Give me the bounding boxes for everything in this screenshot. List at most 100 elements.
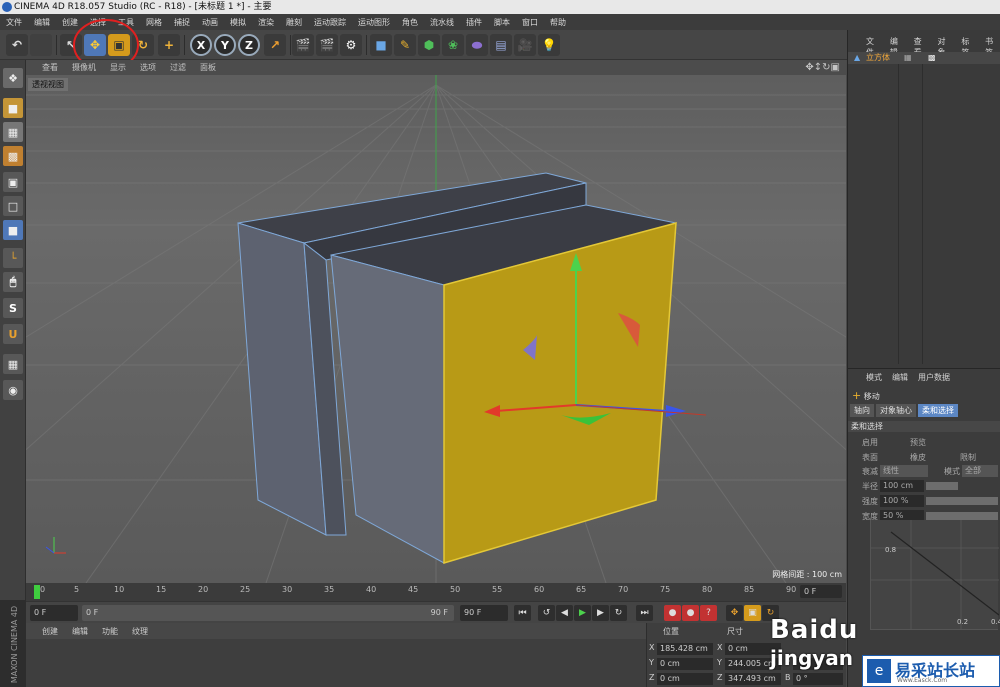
model-mode-icon[interactable]: ■ — [3, 98, 23, 118]
viewport-menu-panel[interactable]: 面板 — [200, 62, 216, 73]
current-frame-field[interactable]: 0 F — [30, 605, 78, 621]
tab-soft-selection[interactable]: 柔和选择 — [918, 404, 958, 417]
attr-menu-edit[interactable]: 编辑 — [892, 372, 908, 384]
tab-object-axis[interactable]: 对象轴心 — [876, 404, 916, 417]
previous-frame-icon[interactable]: ◀ — [556, 605, 573, 621]
baidu-watermark: Baidu — [770, 615, 859, 645]
key-scale-icon[interactable]: ▣ — [744, 605, 761, 621]
preview-range-slider[interactable]: 0 F 90 F — [82, 605, 454, 621]
previous-key-icon[interactable]: ↺ — [538, 605, 555, 621]
position-y-field[interactable]: 0 cm — [657, 658, 713, 670]
obj-menu-file[interactable]: 文件 — [866, 36, 882, 57]
keyframe-selection-icon[interactable]: ? — [700, 605, 717, 621]
active-tool-name: 移动 — [863, 392, 880, 401]
position-z-field[interactable]: 0 cm — [657, 673, 713, 685]
max-frame-field[interactable]: 90 F — [460, 605, 508, 621]
site-logo-icon: e — [867, 659, 891, 683]
tweak-mode-icon[interactable]: 🖱 — [3, 272, 23, 292]
viewport-nav-icons[interactable]: ✥↕↻▣ — [805, 62, 840, 73]
gizmo-z-arrow[interactable] — [666, 405, 686, 417]
phong-tag-icon[interactable]: ▦ — [904, 52, 912, 64]
magnet-icon[interactable]: U — [3, 324, 23, 344]
timeline-tick: 25 — [240, 585, 251, 594]
graph-y-label: 0.8 — [885, 546, 897, 554]
rotation-b-field[interactable]: 0 ° — [793, 673, 843, 685]
workplane-icon[interactable]: ▩ — [3, 146, 23, 166]
mode-label: 模式 — [944, 467, 960, 476]
scene-canvas — [26, 75, 846, 583]
material-menu-edit[interactable]: 编辑 — [72, 626, 88, 637]
play-icon[interactable]: ▶ — [574, 605, 591, 621]
make-editable-icon[interactable]: ❖ — [3, 68, 23, 88]
autokey-icon[interactable]: ● — [682, 605, 699, 621]
attr-menu-mode[interactable]: 模式 — [866, 372, 882, 384]
object-row-cube[interactable]: ▲ 立方体 ▦ ▩ — [848, 52, 1000, 64]
timeline-ruler[interactable]: 0 5 10 15 20 25 30 35 40 45 50 55 60 65 … — [26, 583, 846, 601]
section-header: 柔和选择 — [848, 421, 1000, 432]
timeline-tick: 50 — [450, 585, 461, 594]
material-menu-function[interactable]: 功能 — [102, 626, 118, 637]
workplane-lock-icon[interactable]: ▦ — [3, 354, 23, 374]
viewport-menu-display[interactable]: 显示 — [110, 62, 126, 73]
mode-dropdown[interactable]: 全部 — [962, 465, 998, 477]
snap-icon[interactable]: S — [3, 298, 23, 318]
viewport-menu-filter[interactable]: 过滤 — [170, 62, 186, 73]
position-x-field[interactable]: 185.428 cm — [657, 643, 713, 655]
obj-menu-edit[interactable]: 编辑 — [890, 36, 906, 57]
move-tool-small-icon: + — [852, 389, 862, 402]
next-frame-icon[interactable]: ▶ — [592, 605, 609, 621]
timeline-tick: 35 — [324, 585, 335, 594]
cube-object-icon: ▲ — [854, 53, 861, 62]
preview-label: 预览 — [910, 438, 926, 447]
viewport-menu-view[interactable]: 查看 — [42, 62, 58, 73]
points-mode-icon[interactable]: ▣ — [3, 172, 23, 192]
edges-mode-icon[interactable]: □ — [3, 196, 23, 216]
axis-label: X — [717, 643, 723, 652]
material-menu-texture[interactable]: 纹理 — [132, 626, 148, 637]
viewport-menu-camera[interactable]: 摄像机 — [72, 62, 96, 73]
polygons-mode-icon[interactable]: ■ — [3, 220, 23, 240]
material-menu: 创建 编辑 功能 纹理 — [26, 623, 646, 639]
radius-field[interactable]: 100 cm — [880, 480, 924, 492]
texture-mode-icon[interactable]: ▦ — [3, 122, 23, 142]
end-frame-field[interactable]: 0 F — [800, 585, 842, 598]
size-header: 尺寸 — [727, 627, 743, 636]
object-manager-menu: 文件 编辑 查看 对象 标签 书签 — [848, 36, 1000, 57]
strength-slider[interactable] — [926, 497, 998, 505]
go-to-start-icon[interactable]: ⏮ — [514, 605, 531, 621]
surface-label: 表面 — [862, 453, 878, 462]
strength-field[interactable]: 100 % — [880, 495, 924, 507]
material-menu-create[interactable]: 创建 — [42, 626, 58, 637]
perspective-viewport[interactable]: 透视视图 网格间距 : 100 cm — [26, 75, 846, 583]
axis-label: Y — [649, 658, 654, 667]
timeline-tick: 20 — [198, 585, 209, 594]
timeline-tick: 0 — [40, 585, 46, 594]
obj-menu-objects[interactable]: 对象 — [937, 36, 953, 57]
attr-menu-userdata[interactable]: 用户数据 — [918, 372, 950, 384]
width-slider[interactable] — [926, 512, 998, 520]
strength-label: 强度 — [862, 497, 878, 506]
column-divider — [898, 64, 899, 364]
column-divider — [922, 64, 923, 364]
size-z-field[interactable]: 347.493 cm — [725, 673, 781, 685]
falloff-graph[interactable]: 0.8 0.2 0.4 — [870, 520, 1000, 630]
world-axis-z — [45, 546, 55, 554]
radius-slider[interactable] — [926, 482, 958, 490]
record-active-icon[interactable]: ● — [664, 605, 681, 621]
soft-selection-icon[interactable]: ◉ — [3, 380, 23, 400]
viewport-label: 透视视图 — [28, 78, 68, 91]
obj-menu-view[interactable]: 查看 — [914, 36, 930, 57]
texture-tag-icon[interactable]: ▩ — [928, 52, 936, 64]
viewport-menu-options[interactable]: 选项 — [140, 62, 156, 73]
timeline-tick: 75 — [660, 585, 671, 594]
axis-label: Z — [717, 673, 723, 682]
tab-axis[interactable]: 轴向 — [850, 404, 874, 417]
next-key-icon[interactable]: ↻ — [610, 605, 627, 621]
axis-mode-icon[interactable]: └ — [3, 248, 23, 268]
position-header: 位置 — [663, 627, 679, 636]
go-to-end-icon[interactable]: ⏭ — [636, 605, 653, 621]
falloff-dropdown[interactable]: 线性 — [880, 465, 928, 477]
obj-menu-tags[interactable]: 标签 — [961, 36, 977, 57]
obj-menu-bookmarks[interactable]: 书签 — [985, 36, 1000, 57]
key-position-icon[interactable]: ✥ — [726, 605, 743, 621]
